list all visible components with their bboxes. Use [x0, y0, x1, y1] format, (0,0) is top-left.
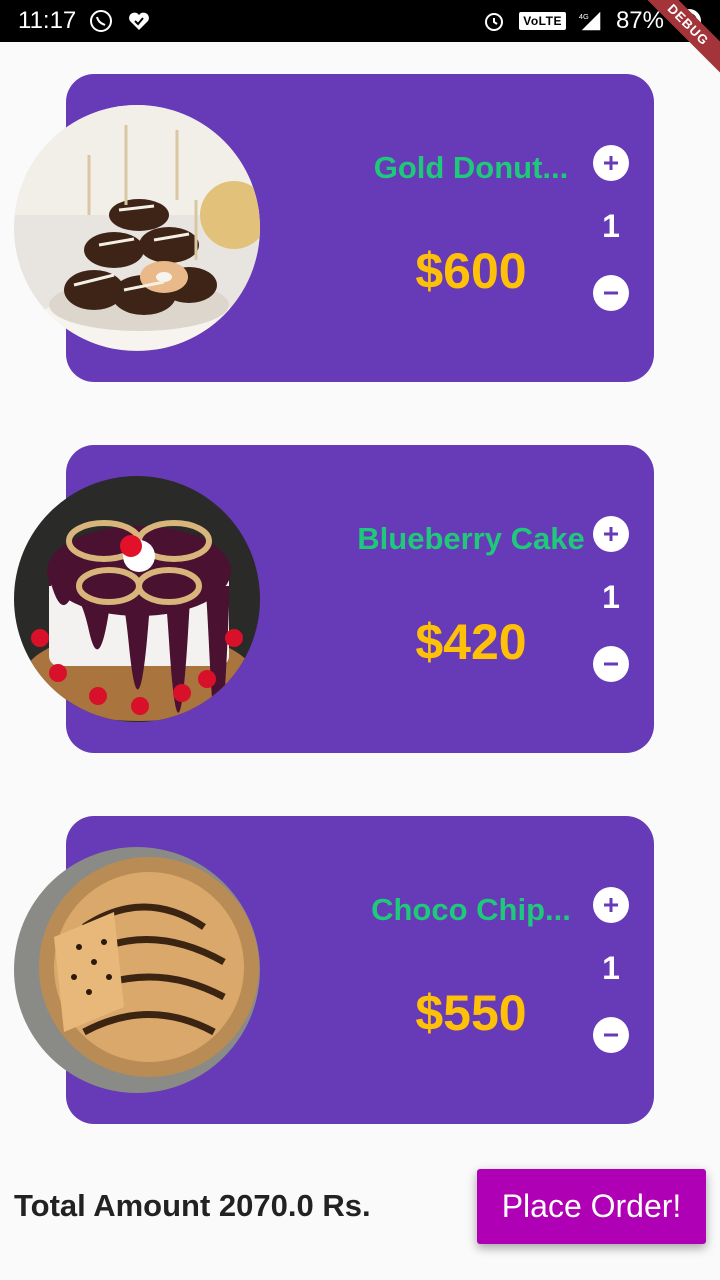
item-name: Choco Chip... [371, 892, 571, 927]
battery-percentage: 87% [615, 7, 664, 34]
signal-icon: 4G [578, 8, 604, 34]
svg-text:4G: 4G [579, 12, 589, 21]
alarm-icon [481, 8, 507, 34]
plus-icon [604, 156, 618, 170]
status-time: 11:17 [18, 7, 77, 34]
minus-icon [604, 662, 618, 666]
item-price: $420 [415, 614, 527, 670]
decrease-quantity-button[interactable] [593, 646, 629, 682]
minus-icon [604, 291, 618, 295]
blueberry-cake-image [14, 476, 260, 722]
plus-icon [604, 527, 618, 541]
increase-quantity-button[interactable] [593, 145, 629, 181]
item-price: $550 [415, 985, 527, 1041]
gold-donut-image [14, 105, 260, 351]
item-quantity: 1 [602, 579, 620, 615]
place-order-button[interactable]: Place Order! [477, 1169, 706, 1244]
volte-badge: VoLTE [519, 12, 566, 30]
increase-quantity-button[interactable] [593, 516, 629, 552]
choco-chip-image [14, 847, 260, 1093]
whatsapp-icon [88, 8, 114, 34]
item-quantity: 1 [602, 950, 620, 986]
decrease-quantity-button[interactable] [593, 275, 629, 311]
item-price: $600 [415, 243, 527, 299]
plus-icon [604, 898, 618, 912]
item-name: Blueberry Cake [357, 521, 585, 556]
item-quantity: 1 [602, 208, 620, 244]
increase-quantity-button[interactable] [593, 887, 629, 923]
status-bar: 11:17 VoLTE 4G 87% [0, 0, 720, 42]
decrease-quantity-button[interactable] [593, 1017, 629, 1053]
minus-icon [604, 1033, 618, 1037]
item-name: Gold Donut... [373, 150, 569, 185]
total-amount: Total Amount 2070.0 Rs. [14, 1188, 371, 1223]
heart-check-icon [126, 8, 152, 34]
